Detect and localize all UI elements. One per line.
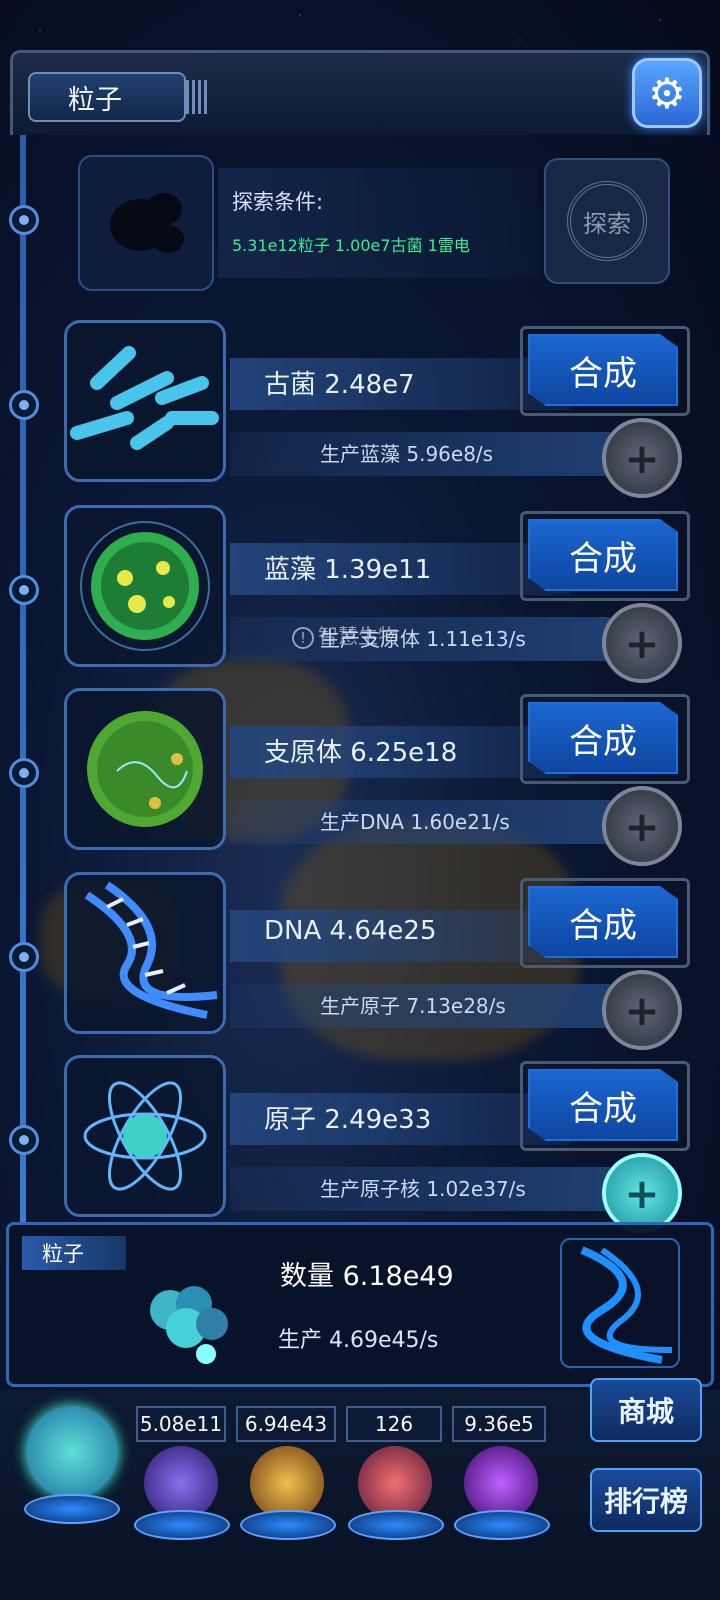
unit-name-count: 蓝藻 1.39e11 [264,555,432,585]
explore-condition-label: 探索条件: [232,190,324,214]
merge-button[interactable]: 合成 [528,1069,678,1141]
portal-orb-icon[interactable] [464,1446,538,1520]
resource-value-lightning: 5.08e11 [136,1406,226,1442]
unit-name-count: 支原体 6.25e18 [264,738,458,768]
unit-production-rate: 生产原子 7.13e28/s [320,994,506,1018]
page-title-text: 粒子 [68,84,122,116]
resource-count: 数量 6.18e49 [280,1261,454,1292]
unit-name-count: 原子 2.49e33 [264,1105,432,1135]
orb-pedestal [348,1510,444,1540]
toast-notification: ! 智慧生物 [292,620,398,649]
merge-button[interactable]: 合成 [528,702,678,774]
plus-icon: + [624,618,660,668]
particle-cluster-icon [150,1286,228,1364]
unit-production-rate: 生产DNA 1.60e21/s [320,810,510,834]
resource-tag: 粒子 [22,1236,126,1270]
unit-name-count: 古菌 2.48e7 [264,370,415,400]
settings-button[interactable]: ⚙ [632,58,702,128]
resource-production-rate: 生产 4.69e45/s [278,1328,439,1353]
unit-row-dna: DNA 4.64e25 生产原子 7.13e28/s 合成 + [0,872,720,1050]
upgrade-plus-button[interactable]: + [602,603,682,683]
title-decoration [186,80,210,114]
unit-row-archaea: 古菌 2.48e7 生产蓝藻 5.96e8/s 合成 + [0,320,720,498]
upgrade-plus-button[interactable]: + [602,1153,682,1233]
unit-production-rate: 生产蓝藻 5.96e8/s [320,442,494,466]
upgrade-plus-button[interactable]: + [602,418,682,498]
lightning-orb-icon[interactable] [144,1446,218,1520]
mycoplasma-icon [64,688,226,850]
info-icon: ! [292,627,314,649]
upgrade-plus-button[interactable]: + [602,786,682,866]
merge-button[interactable]: 合成 [528,886,678,958]
plus-icon: + [624,1168,660,1218]
fingerprint-icon: 探索 [567,181,647,261]
upgrade-plus-button[interactable]: + [602,970,682,1050]
explore-button[interactable]: 探索 [544,158,670,284]
plus-icon: + [624,985,660,1035]
dna-decoration-icon [560,1238,680,1368]
orb-pedestal [454,1510,550,1540]
resource-value-portal: 9.36e5 [452,1406,546,1442]
dna-icon [64,872,226,1034]
orb-pedestal [134,1510,230,1540]
explore-requirement: 5.31e12粒子 1.00e7古菌 1雷电 [232,236,470,255]
rail-node [9,205,39,235]
orb-pedestal [24,1494,120,1524]
explore-button-label: 探索 [583,209,631,238]
atom-icon [64,1055,226,1217]
merge-button[interactable]: 合成 [528,519,678,591]
fire-orb-icon[interactable] [250,1446,324,1520]
cyanobacteria-icon [64,505,226,667]
plus-icon: + [624,433,660,483]
shop-button[interactable]: 商城 [590,1378,702,1442]
toast-text: 智慧生物 [318,624,398,648]
leaderboard-button[interactable]: 排行榜 [590,1468,702,1532]
particle-orb-icon[interactable] [26,1406,118,1498]
explore-info-panel [218,168,538,278]
resource-value-fire: 6.94e43 [236,1406,336,1442]
explore-target-thumbnail [78,155,214,291]
unit-row-atom: 原子 2.49e33 生产原子核 1.02e37/s 合成 + [0,1055,720,1233]
resource-value-brain: 126 [346,1406,442,1442]
unit-name-count: DNA 4.64e25 [264,916,437,946]
archaea-icon [64,320,226,482]
page-title: 粒子 [28,72,186,122]
unit-row-cyanobacteria: 蓝藻 1.39e11 生产支原体 1.11e13/s 合成 + [0,505,720,683]
gear-icon: ⚙ [648,68,686,118]
unit-production-rate: 生产原子核 1.02e37/s [320,1177,526,1201]
unit-row-mycoplasma: 支原体 6.25e18 生产DNA 1.60e21/s 合成 + [0,688,720,866]
merge-button[interactable]: 合成 [528,334,678,406]
orb-pedestal [240,1510,336,1540]
unknown-creature-icon [110,193,184,253]
brain-orb-icon[interactable] [358,1446,432,1520]
plus-icon: + [624,801,660,851]
